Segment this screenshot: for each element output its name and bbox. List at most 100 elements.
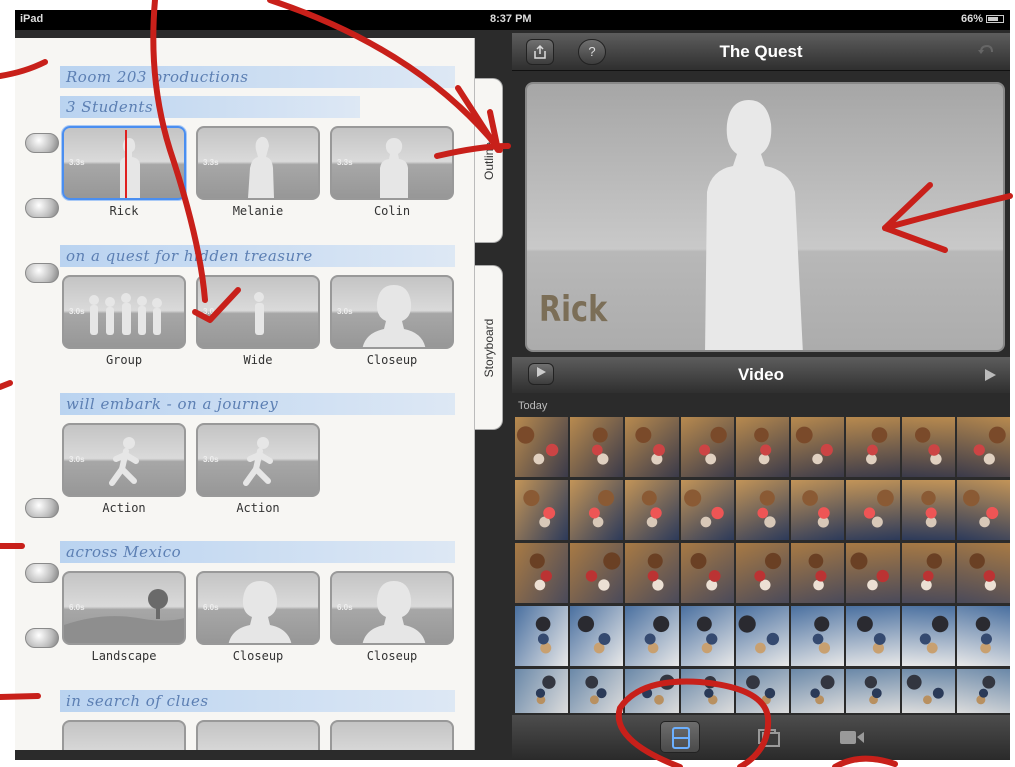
- video-thumbnail[interactable]: [570, 417, 624, 477]
- section-heading[interactable]: in search of clues: [60, 690, 455, 712]
- clip-row[interactable]: [515, 606, 1010, 666]
- tile-label: Action: [102, 501, 146, 515]
- screenshot: iPad 8:37 PM 66% Room 203 productions 3 …: [0, 0, 1015, 767]
- shot-tile-melanie[interactable]: 3.3s: [196, 126, 320, 200]
- shot-tile-action[interactable]: 3.0s: [62, 423, 186, 497]
- video-thumbnail[interactable]: [735, 543, 790, 603]
- video-thumbnail[interactable]: [570, 606, 624, 666]
- video-thumbnail[interactable]: [791, 606, 845, 666]
- tab-storyboard[interactable]: Storyboard: [475, 265, 503, 430]
- video-thumbnail[interactable]: [901, 669, 955, 713]
- video-thumbnail[interactable]: [570, 669, 624, 713]
- preview-viewer[interactable]: Rick: [525, 82, 1005, 352]
- clip-row[interactable]: [515, 480, 1010, 540]
- duration-label: 3.3s: [69, 158, 85, 167]
- video-thumbnail[interactable]: [846, 669, 900, 713]
- video-thumbnail[interactable]: [791, 669, 845, 713]
- video-thumbnail[interactable]: [515, 480, 569, 540]
- video-thumbnail[interactable]: [680, 669, 734, 713]
- storyboard-button[interactable]: [660, 721, 700, 753]
- video-thumbnail[interactable]: [735, 480, 790, 540]
- section-heading[interactable]: on a quest for hidden treasure: [60, 245, 455, 267]
- video-thumbnail[interactable]: [901, 417, 955, 477]
- undo-icon: [978, 44, 993, 54]
- video-thumbnail[interactable]: [515, 543, 569, 603]
- video-thumbnail[interactable]: [956, 606, 1010, 666]
- section-heading[interactable]: Room 203 productions: [60, 66, 455, 88]
- shot-tile-action[interactable]: 3.0s: [196, 423, 320, 497]
- camera-button[interactable]: [832, 721, 872, 753]
- shot-tile[interactable]: [196, 720, 320, 750]
- tab-outline[interactable]: Outline: [475, 78, 503, 243]
- video-thumbnail[interactable]: [680, 606, 734, 666]
- video-thumbnail[interactable]: [515, 606, 569, 666]
- duration-label: 3.0s: [69, 455, 85, 464]
- video-thumbnail[interactable]: [846, 417, 900, 477]
- shot-tile-colin[interactable]: 3.3s: [330, 126, 454, 200]
- binder-ring-icon: [25, 498, 59, 518]
- video-thumbnail[interactable]: [901, 606, 955, 666]
- media-browser-bar: Video: [512, 357, 1010, 393]
- shot-tile[interactable]: [330, 720, 454, 750]
- video-thumbnail[interactable]: [680, 417, 734, 477]
- section-heading[interactable]: 3 Students: [60, 96, 360, 118]
- battery-status: 66%: [961, 13, 1004, 25]
- shot-tile-wide[interactable]: 3.0s: [196, 275, 320, 349]
- video-thumbnail[interactable]: [570, 543, 624, 603]
- photos-button[interactable]: [749, 721, 789, 753]
- video-thumbnail[interactable]: [625, 543, 679, 603]
- viewer-toolbar: ? The Quest: [512, 33, 1010, 71]
- undo-button[interactable]: [972, 39, 1000, 65]
- shot-tile-closeup[interactable]: 6.0s: [196, 571, 320, 645]
- duration-label: 3.0s: [337, 307, 353, 316]
- video-thumbnail[interactable]: [625, 606, 679, 666]
- video-thumbnail[interactable]: [846, 606, 900, 666]
- clip-row[interactable]: [515, 669, 1010, 713]
- video-thumbnail[interactable]: [680, 543, 734, 603]
- video-thumbnail[interactable]: [625, 417, 679, 477]
- shot-tile[interactable]: [62, 720, 186, 750]
- tile-label: Landscape: [91, 649, 157, 663]
- video-thumbnail[interactable]: [735, 606, 790, 666]
- duration-label: 6.0s: [69, 603, 85, 612]
- binder-ring-icon: [25, 628, 59, 648]
- duration-label: 3.0s: [203, 455, 219, 464]
- video-thumbnail[interactable]: [570, 480, 624, 540]
- shot-tile-rick[interactable]: 3.3s: [62, 126, 186, 200]
- video-thumbnail[interactable]: [625, 669, 679, 713]
- video-thumbnail[interactable]: [901, 480, 955, 540]
- video-thumbnail[interactable]: [735, 669, 790, 713]
- video-clip-list[interactable]: [515, 417, 1010, 715]
- section-heading[interactable]: will embark - on a journey: [60, 393, 455, 415]
- video-thumbnail[interactable]: [901, 543, 955, 603]
- video-thumbnail[interactable]: [515, 669, 569, 713]
- clip-row[interactable]: [515, 543, 1010, 603]
- title-card-name: Rick: [539, 289, 608, 330]
- storyboard-icon: [672, 727, 690, 749]
- video-thumbnail[interactable]: [846, 480, 900, 540]
- play-icon[interactable]: [982, 367, 998, 383]
- tile-label: Wide: [243, 353, 273, 367]
- section-heading[interactable]: across Mexico: [60, 541, 455, 563]
- duration-label: 6.0s: [337, 603, 353, 612]
- video-thumbnail[interactable]: [680, 480, 734, 540]
- video-thumbnail[interactable]: [956, 669, 1010, 713]
- video-thumbnail[interactable]: [956, 480, 1010, 540]
- shot-tile-group[interactable]: 3.0s: [62, 275, 186, 349]
- video-thumbnail[interactable]: [956, 417, 1010, 477]
- shot-tile-closeup[interactable]: 3.0s: [330, 275, 454, 349]
- video-thumbnail[interactable]: [846, 543, 900, 603]
- clip-row[interactable]: [515, 417, 1010, 477]
- project-title: The Quest: [719, 42, 803, 61]
- video-thumbnail[interactable]: [625, 480, 679, 540]
- shot-tile-closeup[interactable]: 6.0s: [330, 571, 454, 645]
- video-thumbnail[interactable]: [956, 543, 1010, 603]
- shot-tile-landscape[interactable]: 6.0s: [62, 571, 186, 645]
- video-thumbnail[interactable]: [791, 543, 845, 603]
- video-thumbnail[interactable]: [791, 417, 845, 477]
- video-thumbnail[interactable]: [791, 480, 845, 540]
- annotation-stroke: [0, 380, 13, 390]
- duration-label: 6.0s: [203, 603, 219, 612]
- video-thumbnail[interactable]: [735, 417, 790, 477]
- video-thumbnail[interactable]: [515, 417, 569, 477]
